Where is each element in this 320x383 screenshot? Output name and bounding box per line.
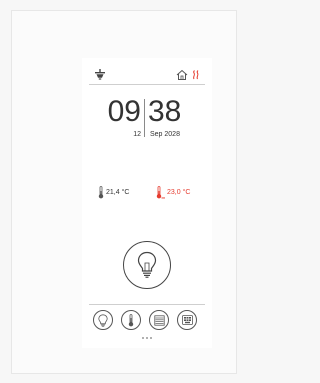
- setpoint-temperature-value: 23,0 °C: [167, 189, 191, 196]
- wall-panel: 09 38 12 Sep 2028 21,4 °C 23,0 °C: [11, 10, 237, 374]
- clock-divider: [144, 99, 145, 137]
- nav-climate-button[interactable]: [121, 310, 141, 330]
- nav-lighting-button[interactable]: [93, 310, 113, 330]
- date-day: 12: [133, 131, 141, 138]
- heating-waves-icon[interactable]: [191, 68, 201, 82]
- clock-hour: 09: [107, 95, 141, 128]
- setpoint-temperature[interactable]: 23,0 °C: [156, 186, 190, 199]
- current-temperature-value: 21,4 °C: [106, 189, 130, 196]
- light-toggle-button[interactable]: [123, 241, 171, 289]
- page-dot[interactable]: [142, 337, 144, 339]
- nav-blinds-button[interactable]: [149, 310, 169, 330]
- clock-display: 09 38 12 Sep 2028: [82, 95, 212, 155]
- touch-screen: 09 38 12 Sep 2028 21,4 °C 23,0 °C: [82, 58, 212, 348]
- page-dot[interactable]: [150, 337, 152, 339]
- page-indicator: [82, 337, 212, 339]
- bottom-divider: [89, 304, 205, 305]
- thermometer-setpoint-icon: [156, 186, 165, 199]
- date-month-year: Sep 2028: [150, 131, 180, 138]
- home-icon[interactable]: [176, 68, 188, 82]
- lightbulb-icon: [98, 313, 108, 327]
- clock-minute: 38: [148, 95, 182, 128]
- current-temperature: 21,4 °C: [98, 186, 129, 199]
- thermometer-icon: [128, 313, 134, 326]
- page-dot[interactable]: [146, 337, 148, 339]
- nav-keypad-button[interactable]: [177, 310, 197, 330]
- lightbulb-icon: [137, 251, 157, 278]
- keypad-icon: [181, 315, 193, 325]
- thermometer-icon: [98, 186, 104, 199]
- ceiling-fan-icon[interactable]: [94, 68, 106, 82]
- top-divider: [89, 84, 205, 85]
- blind-icon: [153, 314, 165, 326]
